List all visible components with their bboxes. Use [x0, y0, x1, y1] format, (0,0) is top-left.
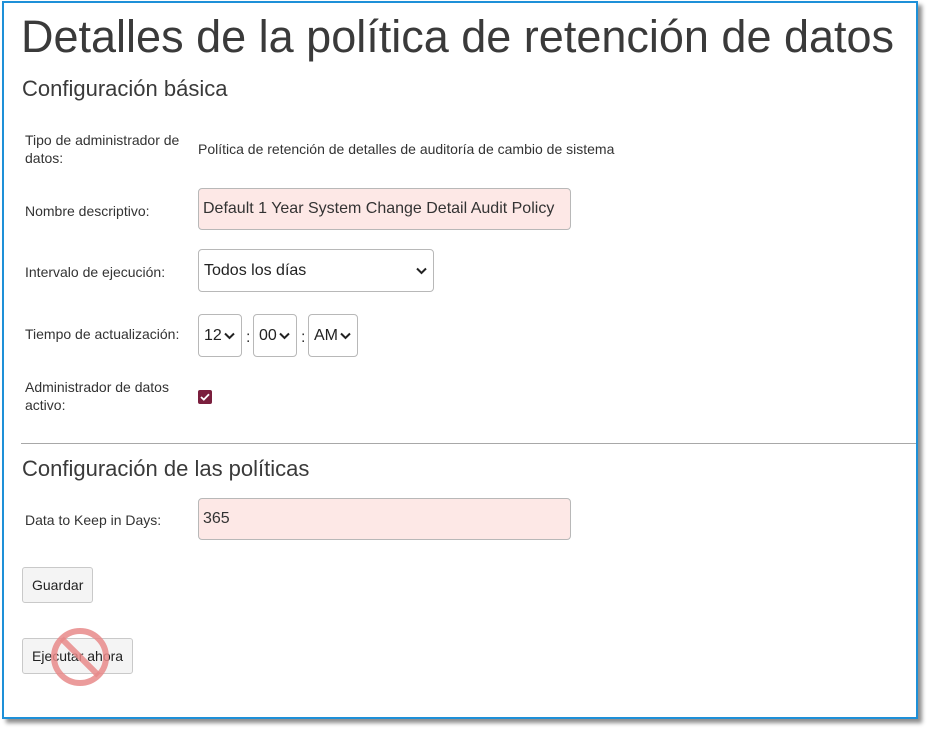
chevron-down-icon: [340, 332, 351, 339]
chevron-down-icon: [279, 332, 290, 339]
hour-select[interactable]: 12: [198, 314, 242, 357]
keep-days-input[interactable]: [198, 498, 571, 540]
admin-type-value: Política de retención de detalles de aud…: [198, 141, 615, 157]
admin-type-label: Tipo de administrador de datos:: [25, 132, 180, 166]
ampm-select[interactable]: AM: [308, 314, 358, 357]
page-title: Detalles de la política de retención de …: [21, 11, 895, 62]
time-separator: :: [301, 329, 306, 346]
checkmark-icon: [200, 393, 210, 401]
descriptive-name-input[interactable]: [198, 188, 571, 230]
active-checkbox[interactable]: [198, 390, 212, 404]
minute-value: 00: [259, 326, 277, 344]
time-separator: :: [246, 329, 251, 346]
run-interval-label: Intervalo de ejecución:: [25, 264, 166, 280]
keep-days-label: Data to Keep in Days:: [25, 512, 162, 528]
update-time-label: Tiempo de actualización:: [25, 326, 180, 342]
basic-config-heading: Configuración básica: [22, 76, 228, 101]
active-label: Administrador de datos activo:: [25, 379, 169, 413]
ampm-value: AM: [314, 326, 338, 344]
hour-value: 12: [204, 326, 222, 344]
chevron-down-icon: [416, 267, 427, 274]
chevron-down-icon: [224, 332, 235, 339]
run-now-button[interactable]: Ejecutar ahora: [22, 638, 134, 674]
policy-details-window: Detalles de la política de retención de …: [2, 1, 918, 719]
policy-config-heading: Configuración de las políticas: [22, 456, 310, 481]
run-interval-value: Todos los días: [204, 261, 307, 279]
descriptive-name-label: Nombre descriptivo:: [25, 203, 150, 219]
run-interval-select[interactable]: Todos los días: [198, 249, 434, 292]
section-divider: [21, 443, 916, 444]
save-button[interactable]: Guardar: [22, 567, 94, 603]
minute-select[interactable]: 00: [253, 314, 297, 357]
